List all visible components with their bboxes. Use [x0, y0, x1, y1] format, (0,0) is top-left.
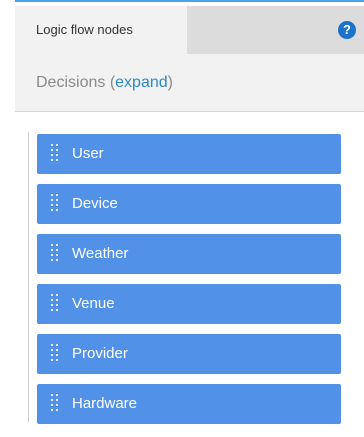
grip-dot [56, 309, 58, 311]
grip-dot [51, 254, 53, 256]
grip-dot [51, 304, 53, 306]
grip-dot [56, 254, 58, 256]
section-label: Decisions [36, 74, 106, 91]
node-label: Venue [72, 295, 115, 312]
help-icon[interactable]: ? [338, 21, 356, 39]
node-list: User Device Weather Venue Provider Hardw… [15, 112, 364, 437]
grip-dot [51, 154, 53, 156]
node-label: Provider [72, 345, 128, 362]
drag-handle-icon[interactable] [51, 144, 60, 164]
node-label: Hardware [72, 395, 138, 412]
grip-dot [51, 149, 53, 151]
grip-dot [51, 354, 53, 356]
node-user[interactable]: User [37, 134, 341, 174]
grip-dot [56, 344, 58, 346]
grip-dot [56, 409, 58, 411]
grip-dot [51, 294, 53, 296]
grip-dot [56, 209, 58, 211]
grip-dot [51, 204, 53, 206]
grip-dot [51, 249, 53, 251]
grip-dot [51, 349, 53, 351]
decisions-section-header: Decisions (expand) [15, 54, 364, 112]
grip-dot [56, 199, 58, 201]
tab-bar-filler: ? [187, 6, 364, 54]
grip-dot [56, 354, 58, 356]
grip-dot [51, 394, 53, 396]
grip-dot [56, 394, 58, 396]
grip-dot [51, 309, 53, 311]
grip-dot [56, 349, 58, 351]
grip-dot [51, 199, 53, 201]
grip-dot [56, 299, 58, 301]
tab-logic-flow-nodes[interactable]: Logic flow nodes [15, 6, 187, 54]
grip-dot [56, 154, 58, 156]
grip-dot [51, 359, 53, 361]
grip-dot [56, 399, 58, 401]
grip-dot [56, 149, 58, 151]
drag-handle-icon[interactable] [51, 294, 60, 314]
grip-dot [56, 244, 58, 246]
grip-dot [51, 209, 53, 211]
grip-dot [51, 404, 53, 406]
grip-dot [56, 259, 58, 261]
logic-flow-panel: Logic flow nodes ? Decisions (expand) Us… [15, 0, 364, 437]
grip-dot [51, 409, 53, 411]
grip-dot [56, 204, 58, 206]
drag-handle-icon[interactable] [51, 194, 60, 214]
node-weather[interactable]: Weather [37, 234, 341, 274]
node-device[interactable]: Device [37, 184, 341, 224]
grip-dot [56, 359, 58, 361]
paren-close: ) [167, 74, 173, 91]
node-provider[interactable]: Provider [37, 334, 341, 374]
grip-dot [51, 399, 53, 401]
grip-dot [51, 299, 53, 301]
node-hardware[interactable]: Hardware [37, 384, 341, 424]
drag-handle-icon[interactable] [51, 394, 60, 414]
node-label: Weather [72, 245, 129, 262]
drag-handle-icon[interactable] [51, 344, 60, 364]
grip-dot [56, 249, 58, 251]
grip-dot [51, 144, 53, 146]
tab-bar: Logic flow nodes ? [15, 6, 364, 54]
grip-dot [51, 259, 53, 261]
node-label: User [72, 145, 104, 162]
grip-dot [56, 294, 58, 296]
expand-link[interactable]: expand [115, 74, 168, 91]
grip-dot [56, 144, 58, 146]
grip-dot [51, 159, 53, 161]
grip-dot [56, 159, 58, 161]
drag-handle-icon[interactable] [51, 244, 60, 264]
grip-dot [56, 304, 58, 306]
node-venue[interactable]: Venue [37, 284, 341, 324]
list-divider [28, 132, 29, 422]
grip-dot [56, 194, 58, 196]
grip-dot [56, 404, 58, 406]
grip-dot [51, 194, 53, 196]
grip-dot [51, 344, 53, 346]
grip-dot [51, 244, 53, 246]
node-label: Device [72, 195, 118, 212]
